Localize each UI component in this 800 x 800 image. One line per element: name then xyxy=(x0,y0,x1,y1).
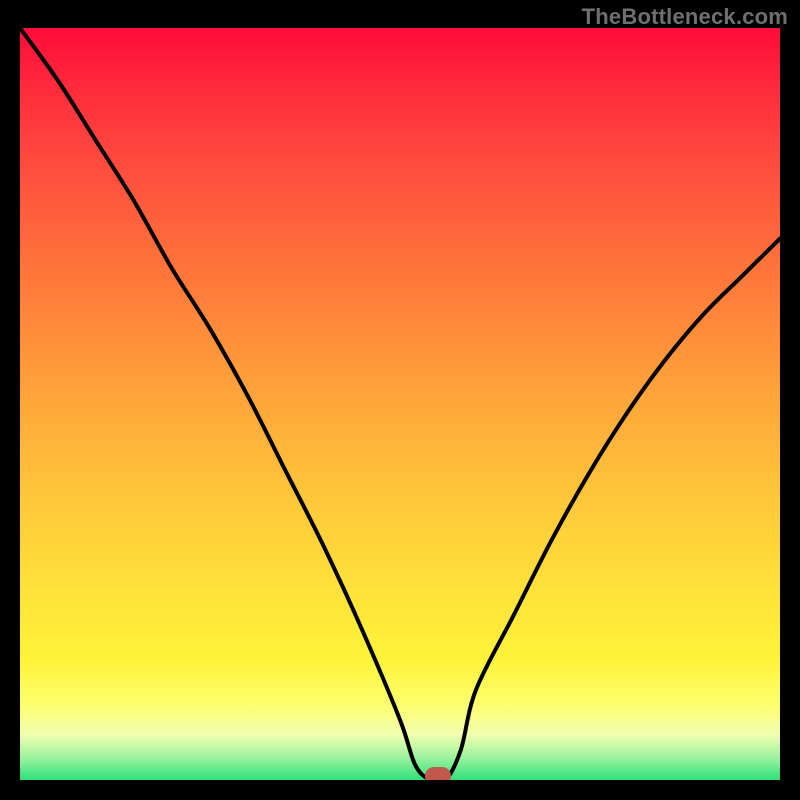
chart-frame: TheBottleneck.com xyxy=(0,0,800,800)
optimal-point-marker xyxy=(425,767,451,780)
plot-area xyxy=(20,28,780,780)
bottleneck-curve xyxy=(20,28,780,780)
attribution-label: TheBottleneck.com xyxy=(582,4,788,30)
